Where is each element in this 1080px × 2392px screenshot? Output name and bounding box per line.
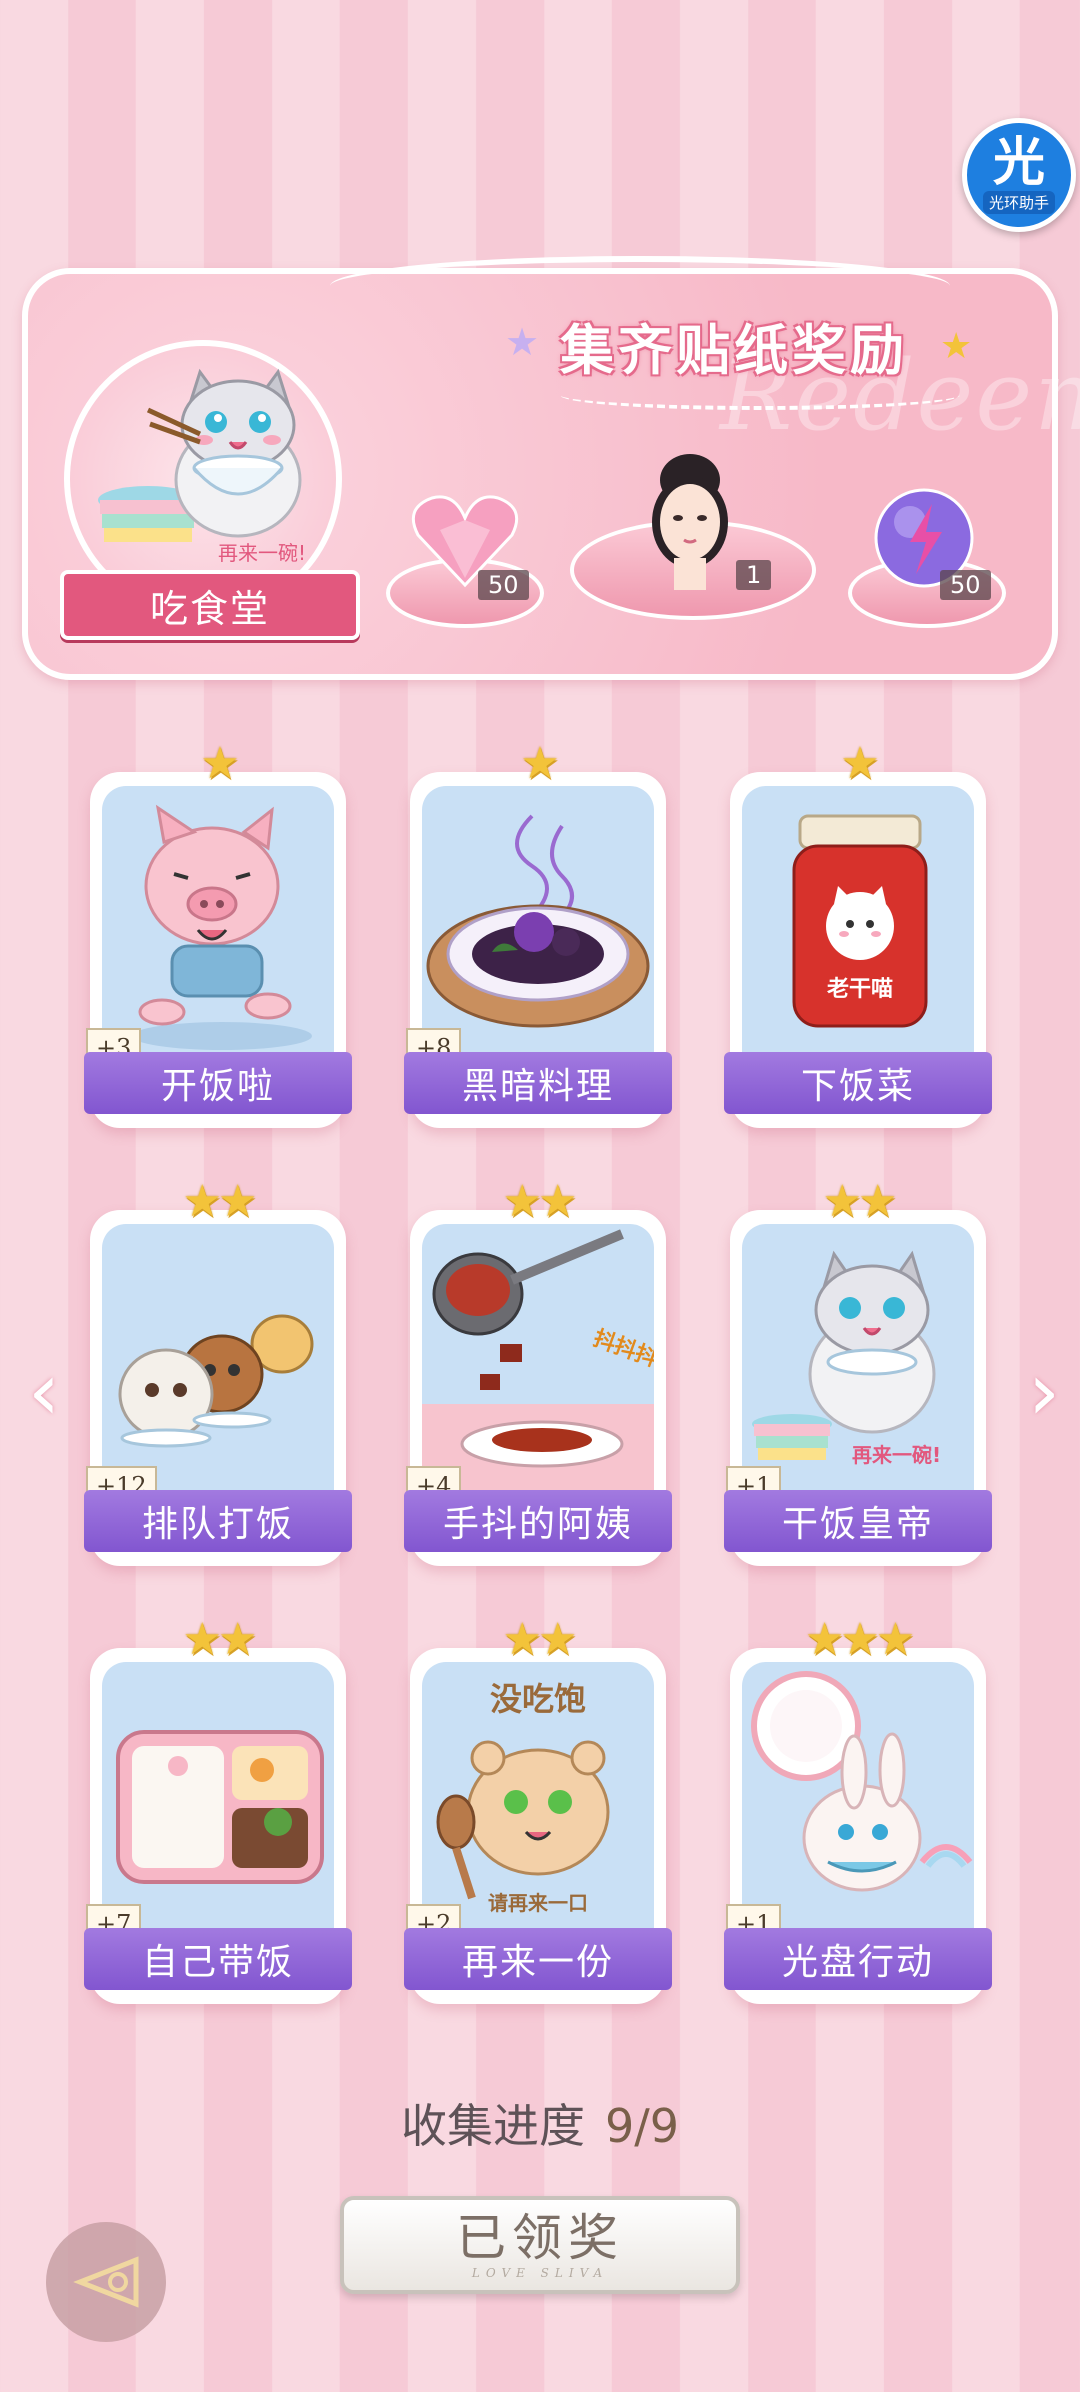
sticker-card[interactable]: ★ +8 黑暗料理 [404,742,672,1128]
girl-portrait-icon [652,454,728,590]
sticker-stars: ★ [520,738,559,789]
cat-eating-rice-icon: 再来一碗! [98,368,306,565]
sparkle-star-icon: ★ [505,320,540,364]
reward-count: 1 [736,560,772,590]
sticker-card[interactable]: ★★ +12 排队打饭 [84,1180,352,1566]
helper-badge[interactable]: 光 光环助手 [962,118,1076,232]
progress-label: 收集进度 [400,2099,585,2153]
cat-eating-rice-icon: 再来一碗! [752,1250,941,1467]
sticker-name: 光盘行动 [724,1928,992,1990]
jar-label: 老干喵 [826,977,893,1002]
sticker-stars: ★★ [182,1176,258,1227]
chili-sauce-jar-icon: 老干喵 [792,814,928,1028]
next-page-arrow-icon[interactable]: › [1024,1342,1064,1442]
sticker-caption: 没吃饱 [490,1680,586,1718]
sticker-card[interactable]: ★★★ +1 光盘行动 [724,1618,992,2004]
pig-running-icon [132,804,312,1050]
sticker-name: 黑暗料理 [404,1052,672,1114]
sticker-caption: 再来一碗! [852,1443,941,1467]
sticker-card[interactable]: ★★ 没吃饱 请再来一口 +2 再来一份 [404,1618,672,2004]
sticker-card[interactable]: ★ +3 开饭啦 [84,742,352,1128]
sticker-name: 开饭啦 [84,1052,352,1114]
sticker-card[interactable]: ★★ 抖抖抖! +4 手抖的阿姨 [404,1180,672,1566]
title-dash-decoration [560,380,960,410]
set-name-label: 吃食堂 [60,570,360,640]
sticker-name: 干饭皇帝 [724,1490,992,1552]
dark-cuisine-plate-icon [426,814,650,1028]
collection-progress: 收集进度 9/9 [0,2090,1080,2156]
bento-box-icon [116,1730,324,1884]
reward-title: 集齐贴纸奖励 [560,319,908,382]
prev-page-arrow-icon[interactable]: ‹ [24,1342,64,1442]
sticker-stars: ★★ [502,1614,578,1665]
claim-label: 已领奖 [456,2208,624,2267]
sticker-name: 再来一份 [404,1928,672,1990]
sticker-name: 手抖的阿姨 [404,1490,672,1552]
bunny-clean-plate-icon [751,1671,973,1892]
sticker-card[interactable]: ★★ 再来一碗! +1 干饭皇帝 [724,1180,992,1566]
back-arrow-icon [73,2256,139,2308]
helper-label: 光环助手 [982,190,1055,214]
sticker-stars: ★★ [502,1176,578,1227]
reward-count: 50 [478,570,529,600]
sticker-stars: ★★★ [804,1614,915,1665]
helper-glyph: 光 [992,132,1045,193]
sticker-name: 下饭菜 [724,1052,992,1114]
sticker-stars: ★ [200,738,239,789]
sticker-card[interactable]: ★ 老干喵 下饭菜 [724,742,992,1128]
claimed-button[interactable]: 已领奖 LOVE SLIVA [340,2196,740,2294]
sticker-name: 排队打饭 [84,1490,352,1552]
queue-animals-icon [118,1314,314,1448]
sticker-name: 自己带饭 [84,1928,352,1990]
sticker-stars: ★★ [182,1614,258,1665]
sticker-caption: 抖抖抖! [590,1326,654,1376]
progress-value: 9/9 [604,2099,680,2153]
reward-count: 50 [940,570,991,600]
hamster-spoon-icon: 没吃饱 请再来一口 [436,1680,610,1915]
back-button[interactable] [46,2222,166,2342]
sticker-card[interactable]: ★★ +7 自己带饭 [84,1618,352,2004]
sparkle-star-icon: ★ [940,326,973,367]
sticker-stars: ★★ [822,1176,898,1227]
mascot-banner: 再来一碗! [218,541,306,565]
claim-sub-label: LOVE SLIVA [471,2265,609,2280]
shaking-ladle-icon: 抖抖抖! [422,1229,654,1492]
sticker-caption: 请再来一口 [488,1891,588,1915]
sticker-stars: ★ [840,738,879,789]
